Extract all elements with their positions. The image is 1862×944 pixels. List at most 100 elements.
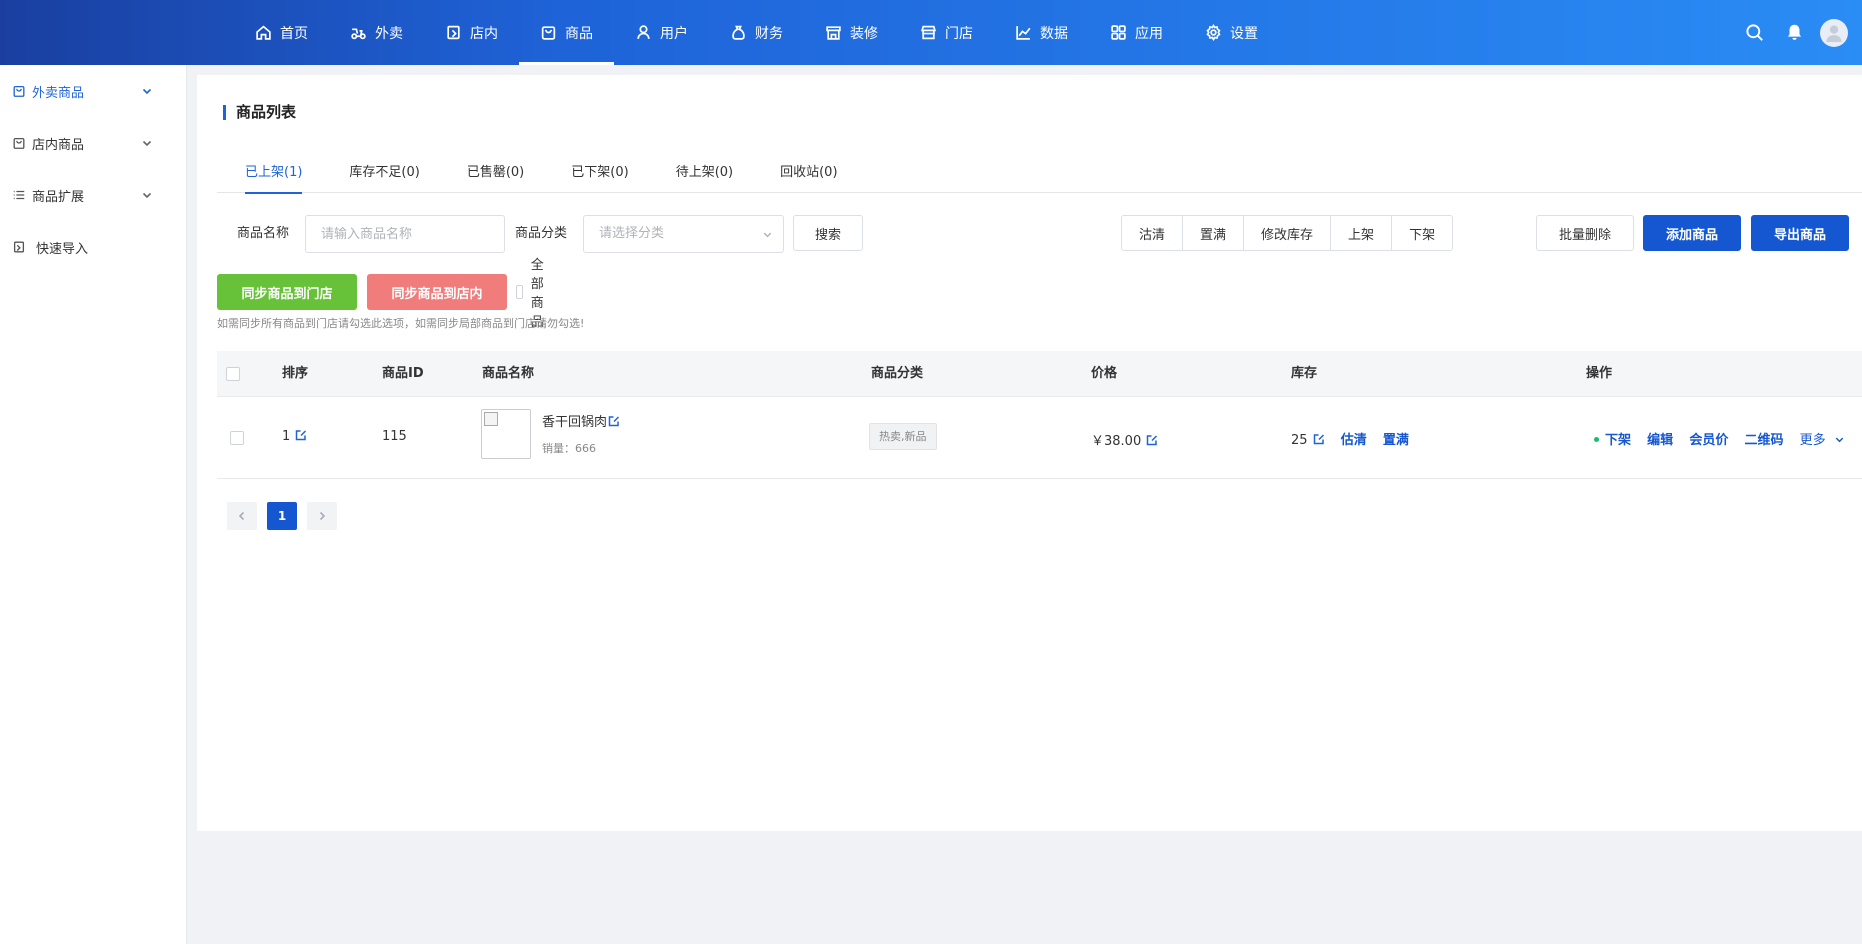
edit-icon[interactable] <box>1146 434 1158 446</box>
nav-item-dine-in[interactable]: 店内 <box>424 0 519 65</box>
col-header-actions: 操作 <box>1586 366 1613 381</box>
tab-low-stock[interactable]: 库存不足(0) <box>321 153 438 193</box>
nav-item-label: 店内 <box>470 25 498 42</box>
search-button[interactable] <box>1734 13 1774 53</box>
sidebar-item-goods-extension[interactable]: 商品扩展 <box>0 169 186 221</box>
more-label: 更多 <box>1799 433 1826 448</box>
add-goods-button[interactable]: 添加商品 <box>1643 215 1741 251</box>
sidebar-item-label: 外卖商品 <box>32 85 85 101</box>
price-value: ￥38.00 <box>1091 434 1142 449</box>
nav-item-label: 门店 <box>945 25 973 42</box>
table-header: 排序 商品ID 商品名称 商品分类 价格 库存 操作 <box>217 351 1862 397</box>
more-dropdown[interactable]: 更多 <box>1800 433 1845 448</box>
nav-item-goods[interactable]: 商品 <box>519 0 614 65</box>
col-header-category: 商品分类 <box>871 366 924 381</box>
chart-line-icon <box>1016 26 1031 40</box>
money-bag-icon <box>732 25 745 40</box>
fill-stock-button[interactable]: 置满 <box>1183 216 1245 250</box>
chevron-down-icon <box>142 88 152 95</box>
put-on-shelf-button[interactable]: 上架 <box>1331 216 1393 250</box>
nav-item-label: 数据 <box>1040 25 1068 42</box>
edit-icon[interactable] <box>1313 433 1325 445</box>
avatar[interactable] <box>1820 18 1848 47</box>
search-button[interactable]: 搜索 <box>793 215 863 251</box>
grid-icon <box>1111 25 1126 40</box>
row-checkbox[interactable] <box>230 431 244 445</box>
user-icon <box>637 25 650 39</box>
nav-item-data[interactable]: 数据 <box>994 0 1089 65</box>
select-all-checkbox[interactable] <box>226 367 240 381</box>
nav-item-label: 首页 <box>280 25 308 42</box>
nav-item-settings[interactable]: 设置 <box>1184 0 1279 65</box>
sidebar-item-label: 快速导入 <box>36 241 89 257</box>
member-price-link[interactable]: 会员价 <box>1689 433 1728 448</box>
tab-pending[interactable]: 待上架(0) <box>648 153 752 193</box>
category-filter-label: 商品分类 <box>515 226 568 241</box>
batch-delete-button[interactable]: 批量删除 <box>1536 215 1634 251</box>
category-select[interactable]: 请选择分类 <box>583 215 784 253</box>
estimate-clear-link[interactable]: 估清 <box>1341 433 1367 448</box>
export-goods-button[interactable]: 导出商品 <box>1751 215 1849 251</box>
nav-item-finance[interactable]: 财务 <box>709 0 804 65</box>
filter-bar: 商品名称 商品分类 请选择分类 搜索 沽清 置满 修改库存 上架 下架 批量删除… <box>197 215 1862 253</box>
tab-sold-out[interactable]: 已售罄(0) <box>439 153 543 193</box>
qr-code-link[interactable]: 二维码 <box>1744 433 1783 448</box>
sync-hint: 如需同步所有商品到门店请勾选此选项，如需同步局部商品到门店请勿勾选! <box>217 317 585 330</box>
bulk-action-group: 沽清 置满 修改库存 上架 下架 <box>1121 215 1454 251</box>
next-page-button[interactable] <box>307 502 337 530</box>
goods-id-cell: 115 <box>382 429 407 444</box>
chevron-down-icon <box>763 232 772 238</box>
nav-item-apps[interactable]: 应用 <box>1089 0 1184 65</box>
store-front-icon <box>826 26 841 40</box>
all-goods-checkbox[interactable] <box>516 285 523 299</box>
sidebar-item-takeout-goods[interactable]: 外卖商品 <box>0 65 186 117</box>
price-cell: ￥38.00 <box>1091 430 1158 449</box>
bag-icon <box>13 137 25 149</box>
fill-stock-link[interactable]: 置满 <box>1383 433 1409 448</box>
list-icon <box>13 190 25 200</box>
col-header-price: 价格 <box>1091 366 1118 381</box>
tab-on-shelf[interactable]: 已上架(1) <box>217 153 321 194</box>
page-title: 商品列表 <box>223 105 296 120</box>
edit-link[interactable]: 编辑 <box>1647 433 1673 448</box>
status-dot <box>1594 437 1599 442</box>
chevron-down-icon <box>142 192 152 199</box>
edit-stock-button[interactable]: 修改库存 <box>1244 216 1332 250</box>
bag-icon <box>13 85 25 97</box>
nav-item-label: 用户 <box>660 25 688 42</box>
bell-icon <box>1787 24 1801 40</box>
take-off-shelf-button[interactable]: 下架 <box>1392 216 1453 250</box>
col-header-stock: 库存 <box>1291 366 1318 381</box>
category-tag: 热卖,新品 <box>869 423 937 450</box>
prev-page-button[interactable] <box>227 502 257 530</box>
gear-icon <box>1206 24 1221 41</box>
all-goods-checkbox-wrap[interactable]: 全部商品 <box>516 258 551 330</box>
chevron-right-icon <box>319 511 326 521</box>
off-shelf-link[interactable]: 下架 <box>1605 433 1631 448</box>
nav-item-takeout[interactable]: 外卖 <box>329 0 424 65</box>
goods-name-input[interactable] <box>305 215 505 253</box>
nav-item-home[interactable]: 首页 <box>234 0 329 65</box>
sidebar-item-quick-import[interactable]: 快速导入 <box>0 221 186 273</box>
clear-stock-button[interactable]: 沽清 <box>1122 216 1184 250</box>
nav-item-label: 设置 <box>1230 25 1258 42</box>
shop-icon <box>447 25 460 40</box>
sync-to-dine-in-button[interactable]: 同步商品到店内 <box>367 274 507 310</box>
nav-item-decoration[interactable]: 装修 <box>804 0 899 65</box>
goods-name-cell: 香干回锅肉 <box>542 411 620 430</box>
sync-to-store-button[interactable]: 同步商品到门店 <box>217 274 357 310</box>
tab-off-shelf[interactable]: 已下架(0) <box>543 153 647 193</box>
edit-icon[interactable] <box>295 429 307 441</box>
goods-list-card: 商品列表 已上架(1) 库存不足(0) 已售罄(0) 已下架(0) 待上架(0)… <box>197 75 1862 831</box>
notification-button[interactable] <box>1774 13 1814 53</box>
sidebar-item-dine-in-goods[interactable]: 店内商品 <box>0 117 186 169</box>
edit-icon[interactable] <box>608 415 620 427</box>
tab-recycle-bin[interactable]: 回收站(0) <box>752 153 856 193</box>
nav-item-user[interactable]: 用户 <box>614 0 709 65</box>
stock-cell: 25 估清 置满 <box>1291 429 1409 448</box>
col-header-name: 商品名称 <box>482 366 535 381</box>
nav-item-stores[interactable]: 门店 <box>899 0 994 65</box>
page-number[interactable]: 1 <box>267 502 297 530</box>
scooter-icon <box>351 28 366 40</box>
nav-item-label: 外卖 <box>375 25 403 42</box>
